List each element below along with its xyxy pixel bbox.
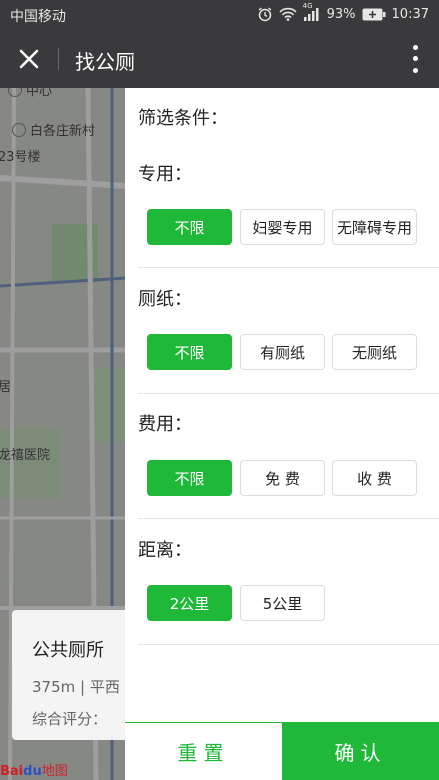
section-label-special: 专用： [138,164,192,185]
filter-heading: 筛选条件： [138,108,228,129]
more-menu-button[interactable] [407,42,423,76]
title-bar: 找公厕 [0,30,439,88]
option-fee-free[interactable]: 免 费 [240,460,325,496]
section-label-paper: 厕纸： [138,289,192,310]
option-fee-paid[interactable]: 收 费 [332,460,417,496]
card-distance: 375m | 平西 [32,678,120,696]
map-label-building: 23号楼 [0,150,41,165]
filter-panel: 筛选条件： 专用： 不限 妇婴专用 无障碍专用 厕纸： 不限 有厕纸 无厕纸 费… [125,88,439,780]
option-paper-no[interactable]: 无厕纸 [332,334,417,370]
close-button[interactable] [14,44,44,74]
option-distance-2km[interactable]: 2公里 [147,585,232,621]
close-icon [19,49,39,69]
card-title: 公共厕所 [32,640,104,661]
page-title: 找公厕 [75,50,135,74]
section-divider [138,644,439,645]
title-divider [58,48,59,70]
signal-icon: 4G [303,2,321,21]
reset-button[interactable]: 重置 [125,722,282,780]
poi-icon [12,123,26,137]
confirm-button[interactable]: 确认 [282,722,439,780]
option-special-accessible[interactable]: 无障碍专用 [332,209,417,245]
section-divider [138,518,439,519]
battery-percent: 93% [326,6,356,22]
clock-time: 10:37 [391,6,429,22]
map-label-left: 居 [0,380,12,395]
section-label-distance: 距离： [138,540,192,561]
more-vertical-icon [412,45,418,51]
battery-icon [362,8,386,21]
filter-footer: 重置 确认 [125,722,439,780]
card-rating: 综合评分： [32,710,108,728]
carrier-name: 中国移动 [10,9,66,25]
option-fee-any[interactable]: 不限 [147,460,232,496]
section-divider [138,267,439,268]
option-paper-any[interactable]: 不限 [147,334,232,370]
option-special-any[interactable]: 不限 [147,209,232,245]
map-label-village: 白各庄新村 [12,120,95,139]
wifi-icon [279,7,297,21]
option-distance-5km[interactable]: 5公里 [240,585,325,621]
status-bar: 中国移动 4G 93% 10:37 [0,0,439,30]
poi-icon [8,88,22,97]
section-divider [138,393,439,394]
map-logo: Baidu地图 [0,764,68,779]
map-label-top: 中心 [8,88,52,99]
option-paper-yes[interactable]: 有厕纸 [240,334,325,370]
map-label-hospital: 龙禧医院 [0,448,51,463]
status-icons: 4G 93% 10:37 [257,2,429,22]
alarm-icon [257,6,273,22]
section-label-fee: 费用： [138,414,192,435]
option-special-mother-baby[interactable]: 妇婴专用 [240,209,325,245]
